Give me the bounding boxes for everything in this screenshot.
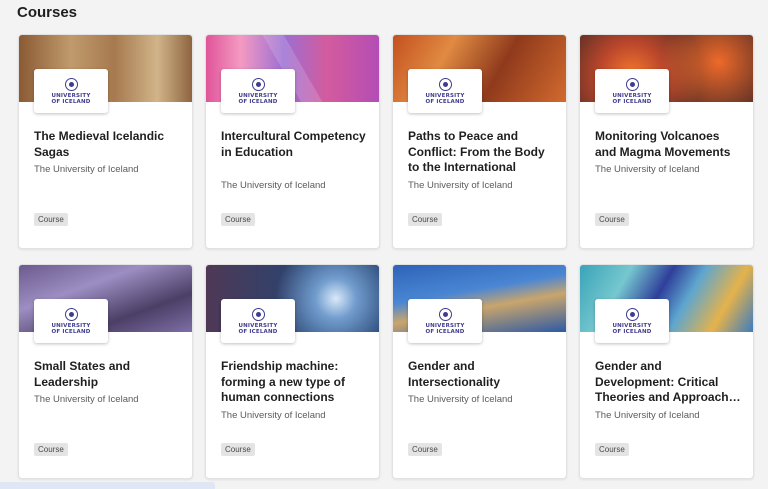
course-title[interactable]: Paths to Peace and Conflict: From the Bo… bbox=[408, 129, 554, 176]
course-card[interactable]: UNIVERSITY OF ICELAND Friendship machine… bbox=[205, 264, 380, 479]
logo-text-line2: OF ICELAND bbox=[612, 98, 652, 105]
logo-text-line2: OF ICELAND bbox=[51, 98, 91, 105]
university-emblem-icon bbox=[625, 307, 639, 321]
course-title[interactable]: Gender and Intersectionality bbox=[408, 359, 554, 390]
course-provider: The University of Iceland bbox=[595, 410, 700, 421]
status-bar bbox=[0, 482, 215, 489]
course-title[interactable]: The Medieval Icelandic Sagas bbox=[34, 129, 180, 160]
university-emblem-icon bbox=[64, 307, 78, 321]
course-title[interactable]: Gender and Development: Critical Theorie… bbox=[595, 359, 741, 406]
course-provider: The University of Iceland bbox=[34, 164, 139, 175]
university-logo: UNIVERSITY OF ICELAND bbox=[408, 69, 482, 113]
logo-text-line2: OF ICELAND bbox=[238, 328, 278, 335]
course-type-badge: Course bbox=[408, 443, 442, 456]
course-type-badge: Course bbox=[221, 443, 255, 456]
university-emblem-icon bbox=[438, 77, 452, 91]
course-provider: The University of Iceland bbox=[34, 394, 139, 405]
university-emblem-icon bbox=[251, 77, 265, 91]
course-provider: The University of Iceland bbox=[408, 180, 513, 191]
university-logo: UNIVERSITY OF ICELAND bbox=[408, 299, 482, 343]
course-card[interactable]: UNIVERSITY OF ICELAND Small States and L… bbox=[18, 264, 193, 479]
course-type-badge: Course bbox=[595, 213, 629, 226]
course-card[interactable]: UNIVERSITY OF ICELAND Intercultural Comp… bbox=[205, 34, 380, 249]
course-type-badge: Course bbox=[34, 213, 68, 226]
course-provider: The University of Iceland bbox=[595, 164, 700, 175]
university-logo: UNIVERSITY OF ICELAND bbox=[221, 69, 295, 113]
course-title[interactable]: Intercultural Competency in Education bbox=[221, 129, 367, 160]
logo-text-line2: OF ICELAND bbox=[612, 328, 652, 335]
course-title[interactable]: Monitoring Volcanoes and Magma Movements bbox=[595, 129, 741, 160]
course-provider: The University of Iceland bbox=[221, 180, 326, 191]
course-card[interactable]: UNIVERSITY OF ICELAND Monitoring Volcano… bbox=[579, 34, 754, 249]
course-type-badge: Course bbox=[408, 213, 442, 226]
university-emblem-icon bbox=[251, 307, 265, 321]
course-type-badge: Course bbox=[595, 443, 629, 456]
course-card[interactable]: UNIVERSITY OF ICELAND Paths to Peace and… bbox=[392, 34, 567, 249]
course-title[interactable]: Small States and Leadership bbox=[34, 359, 180, 390]
course-type-badge: Course bbox=[221, 213, 255, 226]
university-logo: UNIVERSITY OF ICELAND bbox=[34, 69, 108, 113]
course-card[interactable]: UNIVERSITY OF ICELAND Gender and Develop… bbox=[579, 264, 754, 479]
university-emblem-icon bbox=[625, 77, 639, 91]
university-emblem-icon bbox=[64, 77, 78, 91]
university-logo: UNIVERSITY OF ICELAND bbox=[595, 69, 669, 113]
course-title[interactable]: Friendship machine: forming a new type o… bbox=[221, 359, 367, 406]
university-logo: UNIVERSITY OF ICELAND bbox=[595, 299, 669, 343]
logo-text-line2: OF ICELAND bbox=[425, 328, 465, 335]
university-logo: UNIVERSITY OF ICELAND bbox=[221, 299, 295, 343]
courses-heading: Courses bbox=[17, 4, 78, 21]
course-card[interactable]: UNIVERSITY OF ICELAND Gender and Interse… bbox=[392, 264, 567, 479]
course-card[interactable]: UNIVERSITY OF ICELAND The Medieval Icela… bbox=[18, 34, 193, 249]
logo-text-line2: OF ICELAND bbox=[425, 98, 465, 105]
university-logo: UNIVERSITY OF ICELAND bbox=[34, 299, 108, 343]
university-emblem-icon bbox=[438, 307, 452, 321]
courses-grid: UNIVERSITY OF ICELAND The Medieval Icela… bbox=[18, 34, 754, 479]
logo-text-line2: OF ICELAND bbox=[238, 98, 278, 105]
logo-text-line2: OF ICELAND bbox=[51, 328, 91, 335]
course-provider: The University of Iceland bbox=[408, 394, 513, 405]
course-provider: The University of Iceland bbox=[221, 410, 326, 421]
course-type-badge: Course bbox=[34, 443, 68, 456]
